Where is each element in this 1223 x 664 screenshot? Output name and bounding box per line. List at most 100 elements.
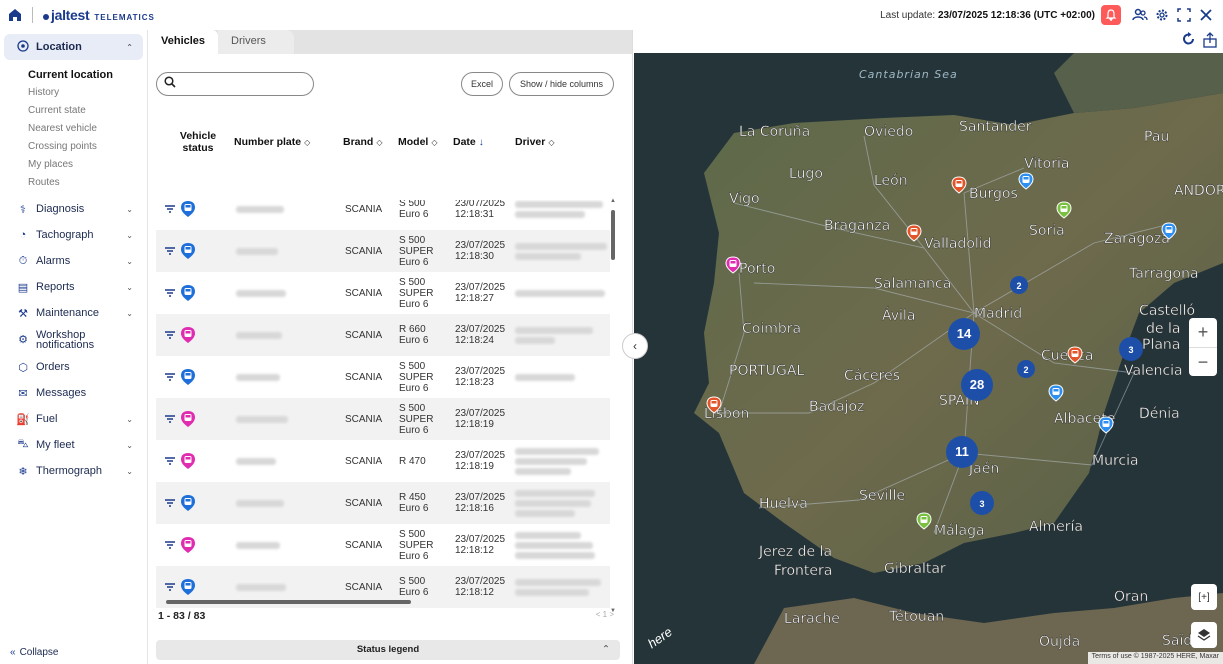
show-hide-columns-button[interactable]: Show / hide columns bbox=[509, 72, 614, 96]
vehicle-status-bus-icon[interactable] bbox=[180, 398, 196, 440]
car-icon: ⛍ bbox=[17, 438, 29, 450]
filter-lines-icon[interactable] bbox=[164, 356, 176, 398]
zoom-out-button[interactable]: − bbox=[1189, 347, 1217, 376]
filter-lines-icon[interactable] bbox=[164, 200, 176, 230]
sidebar-item-my-fleet[interactable]: ⛍ My fleet ⌄ bbox=[4, 432, 143, 458]
column-header-driver[interactable]: Driver ◇ bbox=[515, 122, 555, 162]
excel-button[interactable]: Excel bbox=[461, 72, 503, 96]
brand-cell: SCANIA bbox=[345, 245, 383, 257]
sidebar-sub-routes[interactable]: Routes bbox=[0, 174, 147, 192]
sidebar-sub-my-places[interactable]: My places bbox=[0, 156, 147, 174]
sidebar-item-alarms[interactable]: ⏱ Alarms ⌄ bbox=[4, 248, 143, 274]
box-icon: ⬡ bbox=[18, 361, 28, 374]
filter-lines-icon[interactable] bbox=[164, 524, 176, 566]
refresh-icon[interactable] bbox=[1182, 32, 1196, 50]
table-row[interactable]: SCANIA R 470 23/07/2025 12:18:19 bbox=[156, 440, 610, 482]
vehicle-status-bus-icon[interactable] bbox=[180, 482, 196, 524]
vehicle-status-bus-icon[interactable] bbox=[180, 356, 196, 398]
layers-button[interactable] bbox=[1191, 622, 1217, 648]
sidebar-item-workshop-notifications[interactable]: ⚙ Workshop notifications bbox=[4, 326, 143, 354]
sidebar-item-location[interactable]: Location ⌃ bbox=[4, 34, 143, 60]
vehicle-status-bus-icon[interactable] bbox=[180, 200, 196, 230]
map-canvas[interactable]: Cantabrian Sea La Coruña Oviedo Santander Pa… bbox=[634, 53, 1223, 664]
table-row[interactable]: S 500 23/07/2025 bbox=[156, 608, 610, 618]
table-row[interactable]: SCANIA S 500 SUPER Euro 6 23/07/2025 12:18… bbox=[156, 356, 610, 398]
map-place-label: León bbox=[874, 173, 908, 189]
sidebar-item-diagnosis[interactable]: ⚕ Diagnosis ⌄ bbox=[4, 196, 143, 222]
table-row[interactable]: SCANIA S 500 SUPER Euro 6 23/07/2025 12:18… bbox=[156, 524, 610, 566]
sidebar-sub-crossing-points[interactable]: Crossing points bbox=[0, 138, 147, 156]
vehicle-status-bus-icon[interactable] bbox=[180, 524, 196, 566]
sidebar-item-fuel[interactable]: ⛽ Fuel ⌄ bbox=[4, 406, 143, 432]
notification-bell-icon[interactable] bbox=[1101, 5, 1121, 25]
pagination[interactable]: < 1 > bbox=[596, 610, 614, 619]
sidebar-item-label: Diagnosis bbox=[36, 203, 85, 215]
map-place-label: La Coruña bbox=[739, 124, 810, 140]
vehicles-panel: Vehicles Drivers Excel Show / hide colum… bbox=[148, 30, 633, 664]
filter-lines-icon[interactable] bbox=[164, 314, 176, 356]
scrollbar-thumb[interactable] bbox=[166, 600, 411, 604]
filter-lines-icon[interactable] bbox=[164, 440, 176, 482]
sidebar-sub-current-location[interactable]: Current location bbox=[0, 66, 147, 84]
table-row[interactable]: SCANIA R 660 Euro 6 23/07/2025 12:18:24 bbox=[156, 314, 610, 356]
table-row[interactable]: SCANIA R 450 Euro 6 23/07/2025 12:18:16 bbox=[156, 482, 610, 524]
sidebar-sub-current-state[interactable]: Current state bbox=[0, 102, 147, 120]
filter-lines-icon[interactable] bbox=[164, 398, 176, 440]
share-icon[interactable] bbox=[1202, 32, 1218, 52]
fit-bounds-button[interactable]: [+] bbox=[1191, 584, 1217, 610]
sidebar-item-messages[interactable]: ✉ Messages bbox=[4, 380, 143, 406]
zoom-control: + − bbox=[1189, 318, 1217, 376]
gear-icon[interactable] bbox=[1153, 6, 1171, 24]
chevron-down-icon: ⌄ bbox=[126, 204, 133, 214]
sidebar-sub-nearest-vehicle[interactable]: Nearest vehicle bbox=[0, 120, 147, 138]
filter-lines-icon[interactable] bbox=[164, 230, 176, 272]
scroll-up-icon[interactable]: ▲ bbox=[610, 198, 616, 204]
column-header-model[interactable]: Model ◇ bbox=[398, 122, 438, 162]
tab-vehicles[interactable]: Vehicles bbox=[148, 30, 219, 54]
sidebar-item-reports[interactable]: ▤ Reports ⌄ bbox=[4, 274, 143, 300]
filter-lines-icon[interactable] bbox=[164, 482, 176, 524]
horizontal-scrollbar[interactable] bbox=[156, 598, 610, 606]
map-place-label: Cáceres bbox=[844, 368, 900, 384]
column-header-label: Number plate bbox=[234, 136, 302, 148]
vehicle-status-bus-icon[interactable] bbox=[180, 314, 196, 356]
search-input[interactable] bbox=[156, 72, 314, 96]
map-place-label: ANDOR bbox=[1174, 183, 1223, 199]
tab-drivers[interactable]: Drivers bbox=[218, 30, 294, 54]
sidebar-sub-history[interactable]: History bbox=[0, 84, 147, 102]
status-legend-toggle[interactable]: Status legend ⌃ bbox=[156, 640, 620, 660]
close-icon[interactable] bbox=[1197, 6, 1215, 24]
users-icon[interactable] bbox=[1131, 6, 1149, 24]
sidebar-item-label: Alarms bbox=[36, 255, 71, 267]
alarm-clock-icon: ⏱ bbox=[18, 254, 28, 267]
vehicles-table-body: SCANIA S 500 Euro 6 23/07/2025 12:18:31 SCA… bbox=[156, 200, 610, 618]
collapse-button[interactable]: «Collapse bbox=[10, 647, 62, 658]
table-row[interactable]: SCANIA S 500 SUPER Euro 6 23/07/2025 12:18… bbox=[156, 230, 610, 272]
sidebar-item-maintenance[interactable]: ⚒ Maintenance ⌄ bbox=[4, 300, 143, 326]
map-place-label: Braganza bbox=[824, 218, 890, 234]
map-attribution[interactable]: Terms of use © 1987-2025 HERE, Maxar bbox=[1087, 652, 1223, 664]
sidebar-item-label: My fleet bbox=[36, 439, 75, 451]
column-header-date[interactable]: Date ↓ bbox=[453, 122, 484, 162]
vehicle-status-bus-icon[interactable] bbox=[180, 272, 196, 314]
sidebar-item-orders[interactable]: ⬡ Orders bbox=[4, 354, 143, 380]
scrollbar-thumb[interactable] bbox=[611, 210, 615, 260]
column-header-brand[interactable]: Brand ◇ bbox=[343, 122, 383, 162]
vehicle-status-bus-icon[interactable] bbox=[180, 230, 196, 272]
table-row[interactable]: SCANIA S 500 Euro 6 23/07/2025 12:18:31 bbox=[156, 200, 610, 230]
vehicle-status-bus-icon[interactable] bbox=[180, 440, 196, 482]
column-header-plate[interactable]: Number plate ◇ bbox=[234, 122, 310, 162]
zoom-in-button[interactable]: + bbox=[1189, 318, 1217, 347]
collapse-panel-button[interactable]: ‹ bbox=[622, 333, 648, 359]
map-view[interactable]: Cantabrian Sea La Coruña Oviedo Santander Pa… bbox=[634, 53, 1223, 664]
filter-lines-icon[interactable] bbox=[164, 272, 176, 314]
table-row[interactable]: SCANIA S 500 SUPER Euro 6 23/07/2025 12:18… bbox=[156, 398, 610, 440]
layers-icon bbox=[1197, 629, 1211, 641]
home-icon[interactable] bbox=[8, 8, 22, 22]
fullscreen-icon[interactable] bbox=[1175, 6, 1193, 24]
sidebar-item-tachograph[interactable]: ◔ Tachograph ⌄ bbox=[4, 222, 143, 248]
table-row[interactable]: SCANIA S 500 SUPER Euro 6 23/07/2025 12:18… bbox=[156, 272, 610, 314]
column-header-status[interactable]: Vehicle status bbox=[168, 122, 228, 162]
vertical-scrollbar[interactable]: ▲ ▼ bbox=[608, 196, 616, 616]
sidebar-item-thermograph[interactable]: ❄ Thermograph ⌄ bbox=[4, 458, 143, 484]
